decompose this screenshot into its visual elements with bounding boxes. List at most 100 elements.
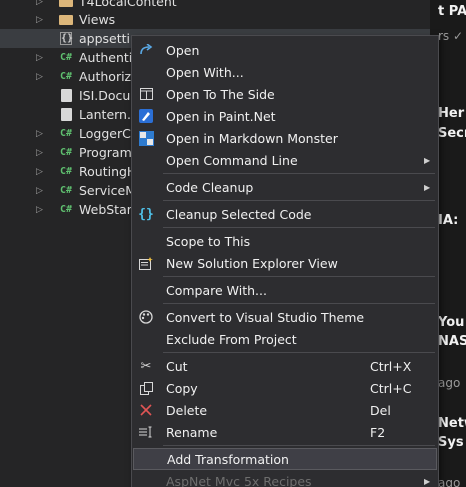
chevron-right-icon[interactable]: ▷ bbox=[36, 148, 44, 158]
menu-item-label: Cleanup Selected Code bbox=[166, 206, 312, 222]
menu-separator bbox=[163, 276, 435, 277]
chevron-right-icon[interactable]: ▷ bbox=[36, 15, 44, 25]
chevron-right-icon[interactable]: ▷ bbox=[36, 0, 44, 7]
csharp-file-icon: C# bbox=[59, 185, 73, 196]
folder-icon bbox=[58, 0, 74, 9]
tree-item-label: Views bbox=[79, 12, 116, 27]
menu-item-cut[interactable]: ✂ Cut Ctrl+X bbox=[133, 355, 437, 377]
menu-separator bbox=[163, 173, 435, 174]
chevron-right-icon[interactable]: ▷ bbox=[36, 72, 44, 82]
menu-item-label: Add Transformation bbox=[167, 451, 289, 467]
csharp-file-icon: C# bbox=[59, 52, 73, 63]
menu-item-label: New Solution Explorer View bbox=[166, 255, 338, 271]
menu-separator bbox=[163, 227, 435, 228]
csharp-file-icon: C# bbox=[59, 128, 73, 139]
menu-separator bbox=[163, 303, 435, 304]
menu-item-label: Open in Paint.Net bbox=[166, 108, 276, 124]
submenu-arrow-icon: ▶ bbox=[424, 476, 431, 486]
menu-item-open-in-paint-net[interactable]: Open in Paint.Net bbox=[133, 105, 437, 127]
news-headline[interactable]: You bbox=[438, 315, 464, 330]
menu-item-compare-with[interactable]: Compare With... bbox=[133, 279, 437, 301]
paintnet-icon bbox=[138, 108, 154, 124]
menu-separator bbox=[163, 352, 435, 353]
csharp-file-icon: C# bbox=[59, 71, 73, 82]
news-meta: ago bbox=[438, 476, 461, 487]
tree-item[interactable]: ▷ Views bbox=[0, 10, 430, 29]
menu-item-open[interactable]: Open bbox=[133, 39, 437, 61]
palette-icon bbox=[138, 309, 154, 325]
menu-item-label: Scope to This bbox=[166, 233, 251, 249]
menu-item-label: Copy bbox=[166, 380, 198, 396]
submenu-arrow-icon: ▶ bbox=[424, 182, 431, 192]
menu-item-aspnet-mvc-recipes[interactable]: AspNet Mvc 5x Recipes ▶ bbox=[133, 470, 437, 487]
news-headline[interactable]: Secre bbox=[438, 126, 466, 141]
menu-item-label: AspNet Mvc 5x Recipes bbox=[166, 473, 312, 487]
menu-separator bbox=[163, 200, 435, 201]
menu-item-label: Exclude From Project bbox=[166, 331, 297, 347]
menu-item-open-in-markdown-monster[interactable]: Open in Markdown Monster bbox=[133, 127, 437, 149]
menu-separator bbox=[163, 445, 435, 446]
menu-item-exclude-from-project[interactable]: Exclude From Project bbox=[133, 328, 437, 350]
menu-item-label: Rename bbox=[166, 424, 218, 440]
menu-item-scope-to-this[interactable]: Scope to This bbox=[133, 230, 437, 252]
news-headline[interactable]: NAS bbox=[438, 334, 466, 349]
rename-icon bbox=[138, 424, 154, 440]
csharp-file-icon: C# bbox=[59, 166, 73, 177]
menu-item-open-to-the-side[interactable]: Open To The Side bbox=[133, 83, 437, 105]
menu-item-cleanup-selected-code[interactable]: {} Cleanup Selected Code bbox=[133, 203, 437, 225]
menu-item-label: Cut bbox=[166, 358, 188, 374]
context-menu: Open Open With... Open To The Side Open … bbox=[131, 35, 439, 487]
menu-item-open-with[interactable]: Open With... bbox=[133, 61, 437, 83]
csharp-file-icon: C# bbox=[59, 204, 73, 215]
tree-item-label: RoutingH bbox=[79, 164, 137, 179]
document-file-icon bbox=[58, 108, 74, 122]
menu-item-code-cleanup[interactable]: Code Cleanup ▶ bbox=[133, 176, 437, 198]
submenu-arrow-icon: ▶ bbox=[424, 155, 431, 165]
menu-item-shortcut: F2 bbox=[370, 424, 386, 440]
tree-item-label: LoggerCo bbox=[79, 126, 139, 141]
menu-item-label: Open With... bbox=[166, 64, 244, 80]
menu-item-label: Open bbox=[166, 42, 200, 58]
side-panel-icon bbox=[138, 86, 154, 102]
delete-x-icon bbox=[138, 402, 154, 418]
chevron-right-icon[interactable]: ▷ bbox=[36, 53, 44, 63]
menu-item-label: Open Command Line bbox=[166, 152, 298, 168]
news-meta: rs ✓ ago bbox=[438, 29, 466, 43]
menu-item-copy[interactable]: Copy Ctrl+C bbox=[133, 377, 437, 399]
chevron-right-icon[interactable]: ▷ bbox=[36, 129, 44, 139]
menu-item-open-command-line[interactable]: Open Command Line ▶ bbox=[133, 149, 437, 171]
menu-item-add-transformation[interactable]: Add Transformation bbox=[133, 448, 437, 470]
braces-icon: {} bbox=[138, 206, 154, 222]
open-arrow-icon bbox=[138, 42, 154, 58]
folder-icon bbox=[58, 13, 74, 27]
news-headline[interactable]: Netw bbox=[438, 416, 466, 431]
menu-item-new-solution-explorer-view[interactable]: New Solution Explorer View bbox=[133, 252, 437, 274]
chevron-right-icon[interactable]: ▷ bbox=[36, 186, 44, 196]
news-headline[interactable]: IA: bbox=[438, 213, 458, 228]
news-headline[interactable]: t PAI bbox=[438, 4, 466, 19]
menu-item-label: Open in Markdown Monster bbox=[166, 130, 338, 146]
chevron-right-icon[interactable]: ▷ bbox=[36, 205, 44, 215]
scissors-icon: ✂ bbox=[140, 358, 152, 374]
menu-item-label: Convert to Visual Studio Theme bbox=[166, 309, 365, 325]
menu-item-label: Compare With... bbox=[166, 282, 267, 298]
markdown-monster-icon bbox=[138, 130, 154, 146]
tree-item-label: T4LocalContent bbox=[79, 0, 177, 9]
menu-item-delete[interactable]: Delete Del bbox=[133, 399, 437, 421]
menu-item-shortcut: Del bbox=[370, 402, 391, 418]
news-meta: ago bbox=[438, 376, 461, 390]
json-file-icon: {} bbox=[60, 32, 74, 45]
menu-item-rename[interactable]: Rename F2 bbox=[133, 421, 437, 443]
menu-item-shortcut: Ctrl+C bbox=[370, 380, 412, 396]
menu-item-label: Delete bbox=[166, 402, 208, 418]
news-headline[interactable]: Her T bbox=[438, 106, 466, 121]
chevron-right-icon[interactable]: ▷ bbox=[36, 167, 44, 177]
new-view-icon bbox=[138, 255, 154, 271]
menu-item-shortcut: Ctrl+X bbox=[370, 358, 412, 374]
menu-item-label: Code Cleanup bbox=[166, 179, 254, 195]
news-headline[interactable]: Sys bbox=[438, 435, 464, 450]
document-file-icon bbox=[58, 89, 74, 103]
menu-item-convert-to-vs-theme[interactable]: Convert to Visual Studio Theme bbox=[133, 306, 437, 328]
menu-item-label: Open To The Side bbox=[166, 86, 275, 102]
copy-icon bbox=[138, 380, 154, 396]
